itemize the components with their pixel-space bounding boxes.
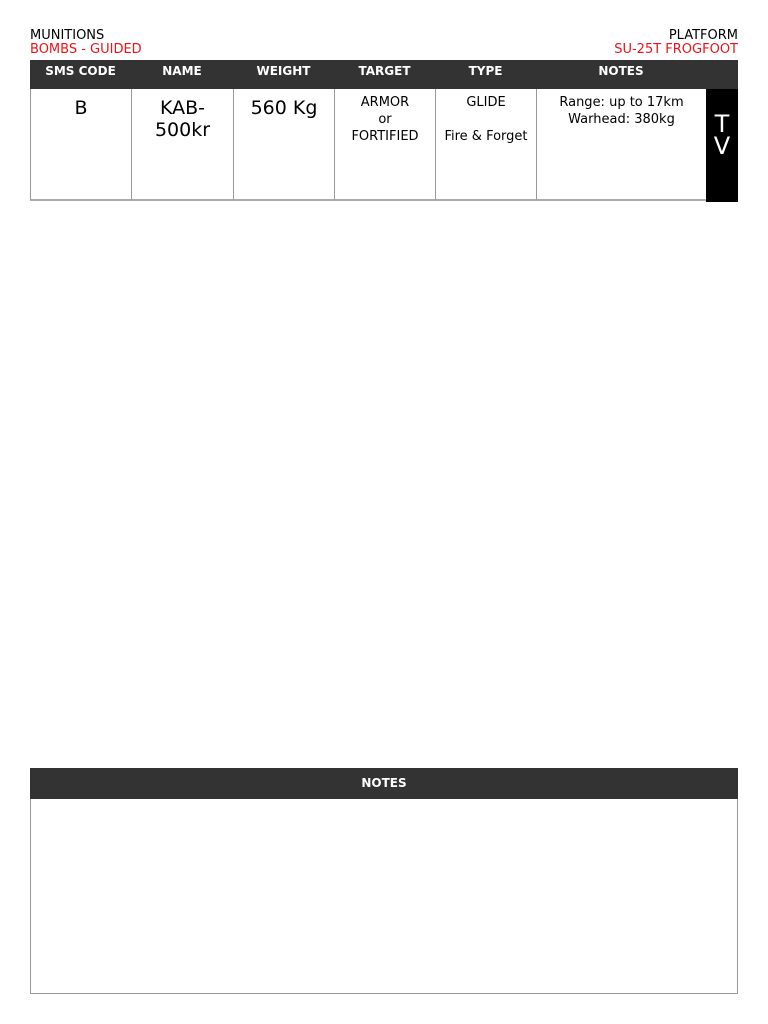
cell-weight: 560 Kg [233,89,334,201]
guidance-letter-2: V [713,132,731,160]
guidance-badge: TV [706,89,738,202]
weight: 560 Kg [250,97,318,119]
sms-code: B [74,97,88,119]
cell-notes: Range: up to 17km Warhead: 380kg [536,89,707,201]
cell-sms-code: B [30,89,131,201]
type-line2: Fire & Forget [444,129,528,144]
cell-target: ARMOR or FORTIFIED [334,89,435,201]
col-name: NAME [162,64,202,78]
notes-header: NOTES [30,768,738,799]
platform-name: SU-25T FROGFOOT [614,42,738,57]
name-line2: 500kr [154,119,211,141]
munitions-label: MUNITIONS [30,28,105,43]
cell-type: GLIDE Fire & Forget [435,89,536,201]
target-line2: or [378,112,392,127]
name-line1: KAB- [159,97,205,119]
munitions-category: BOMBS - GUIDED [30,42,142,57]
col-notes: NOTES [598,64,644,78]
table-header: SMS CODE NAME WEIGHT TARGET TYPE NOTES [30,60,738,89]
col-target: TARGET [358,64,411,78]
col-type: TYPE [468,64,503,78]
target-line1: ARMOR [360,95,410,110]
notes-area [30,799,738,994]
cell-name: KAB- 500kr [131,89,233,201]
target-line3: FORTIFIED [351,129,419,144]
platform-label: PLATFORM [668,28,738,43]
col-weight: WEIGHT [256,64,311,78]
type-line1: GLIDE [466,95,506,110]
notes-line2: Warhead: 380kg [568,112,675,127]
notes-line1: Range: up to 17km [559,95,684,110]
col-sms-code: SMS CODE [45,64,116,78]
